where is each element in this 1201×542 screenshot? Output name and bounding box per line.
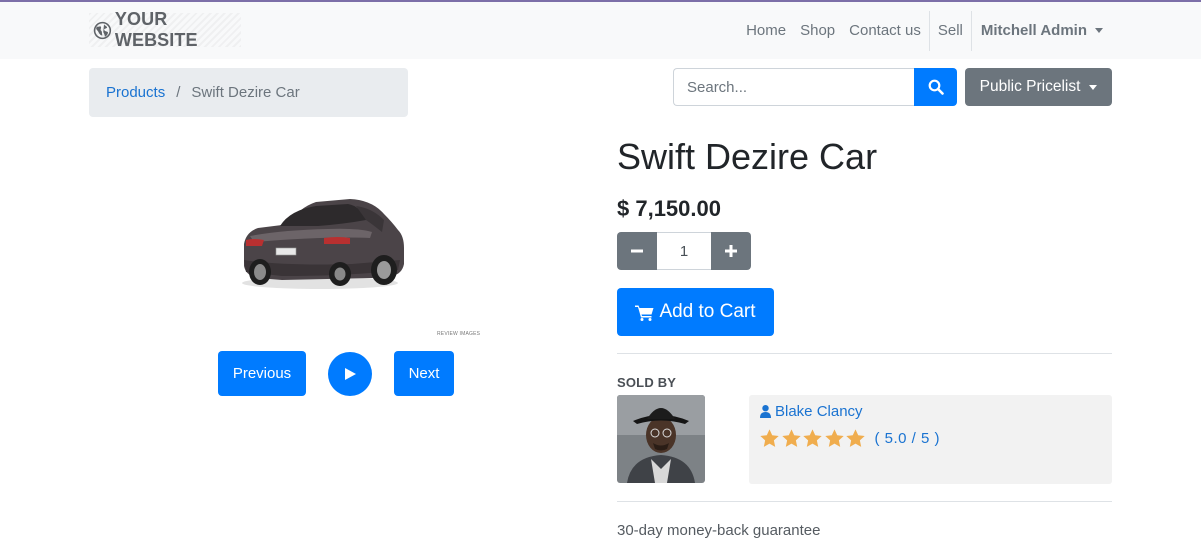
star-icon xyxy=(781,429,801,447)
navbar: YOUR WEBSITE Home Shop Contact us Sell M… xyxy=(0,2,1201,59)
rating-text: ( 5.0 / 5 ) xyxy=(874,430,941,447)
star-icon xyxy=(846,429,865,447)
caret-down-icon xyxy=(1089,84,1098,90)
nav-shop[interactable]: Shop xyxy=(793,22,842,39)
add-to-cart-button[interactable]: Add to Cart xyxy=(617,288,774,336)
guarantee-text: 30-day money-back guarantee xyxy=(617,522,821,539)
star-rating xyxy=(759,428,867,449)
nav-home[interactable]: Home xyxy=(739,22,793,39)
user-icon xyxy=(760,405,771,418)
user-name: Mitchell Admin xyxy=(980,22,1087,39)
divider xyxy=(617,353,1112,354)
seller-avatar[interactable] xyxy=(617,395,705,483)
carousel-next-button[interactable]: Next xyxy=(394,351,454,396)
play-icon xyxy=(345,368,356,380)
product-price: $ 7,150.00 xyxy=(617,196,721,221)
star-icon xyxy=(824,429,844,447)
product-image[interactable] xyxy=(232,186,472,341)
caret-down-icon xyxy=(1095,28,1103,33)
seller-rating: ( 5.0 / 5 ) xyxy=(759,428,940,449)
star-icon xyxy=(760,429,779,447)
nav-divider xyxy=(970,10,972,51)
user-menu-dropdown[interactable]: Mitchell Admin xyxy=(973,22,1112,39)
nav-contact-us[interactable]: Contact us xyxy=(842,22,928,39)
pricelist-label: Public Pricelist xyxy=(979,78,1081,95)
brand-logo[interactable]: YOUR WEBSITE xyxy=(89,9,241,50)
star-icon xyxy=(803,429,822,447)
add-to-cart-label: Add to Cart xyxy=(659,301,756,322)
image-credit: REVIEW IMAGES xyxy=(437,331,481,337)
globe-icon xyxy=(93,21,112,39)
search-icon xyxy=(928,79,944,95)
divider xyxy=(617,501,1112,502)
brand-name: YOUR WEBSITE xyxy=(114,9,198,50)
minus-icon xyxy=(631,249,643,253)
nav-sell[interactable]: Sell xyxy=(931,22,970,39)
carousel-play-button[interactable] xyxy=(328,352,372,396)
shopping-cart-icon xyxy=(635,305,654,321)
search-input[interactable] xyxy=(673,68,914,106)
breadcrumb-current: Swift Dezire Car xyxy=(191,84,300,101)
sold-by-label: SOLD BY xyxy=(617,375,677,390)
seller-link[interactable]: Blake Clancy xyxy=(760,403,863,420)
product-title: Swift Dezire Car xyxy=(617,136,878,177)
breadcrumb-separator: / xyxy=(176,84,181,101)
search-form xyxy=(673,68,957,106)
breadcrumb-products-link[interactable]: Products xyxy=(106,84,165,101)
search-button[interactable] xyxy=(914,68,957,106)
breadcrumb: Products / Swift Dezire Car xyxy=(89,68,408,117)
quantity-decrease-button[interactable] xyxy=(617,232,657,270)
seller-card: Blake Clancy ( 5.0 / 5 ) xyxy=(749,395,1112,484)
main-nav: Home Shop Contact us Sell Mitchell Admin xyxy=(739,2,1112,59)
pricelist-dropdown[interactable]: Public Pricelist xyxy=(965,68,1112,106)
plus-icon xyxy=(725,245,737,257)
quantity-increase-button[interactable] xyxy=(711,232,751,270)
seller-name: Blake Clancy xyxy=(775,403,863,420)
nav-divider xyxy=(928,10,930,51)
quantity-input[interactable] xyxy=(657,232,711,270)
quantity-stepper xyxy=(617,232,751,270)
carousel-previous-button[interactable]: Previous xyxy=(218,351,306,396)
